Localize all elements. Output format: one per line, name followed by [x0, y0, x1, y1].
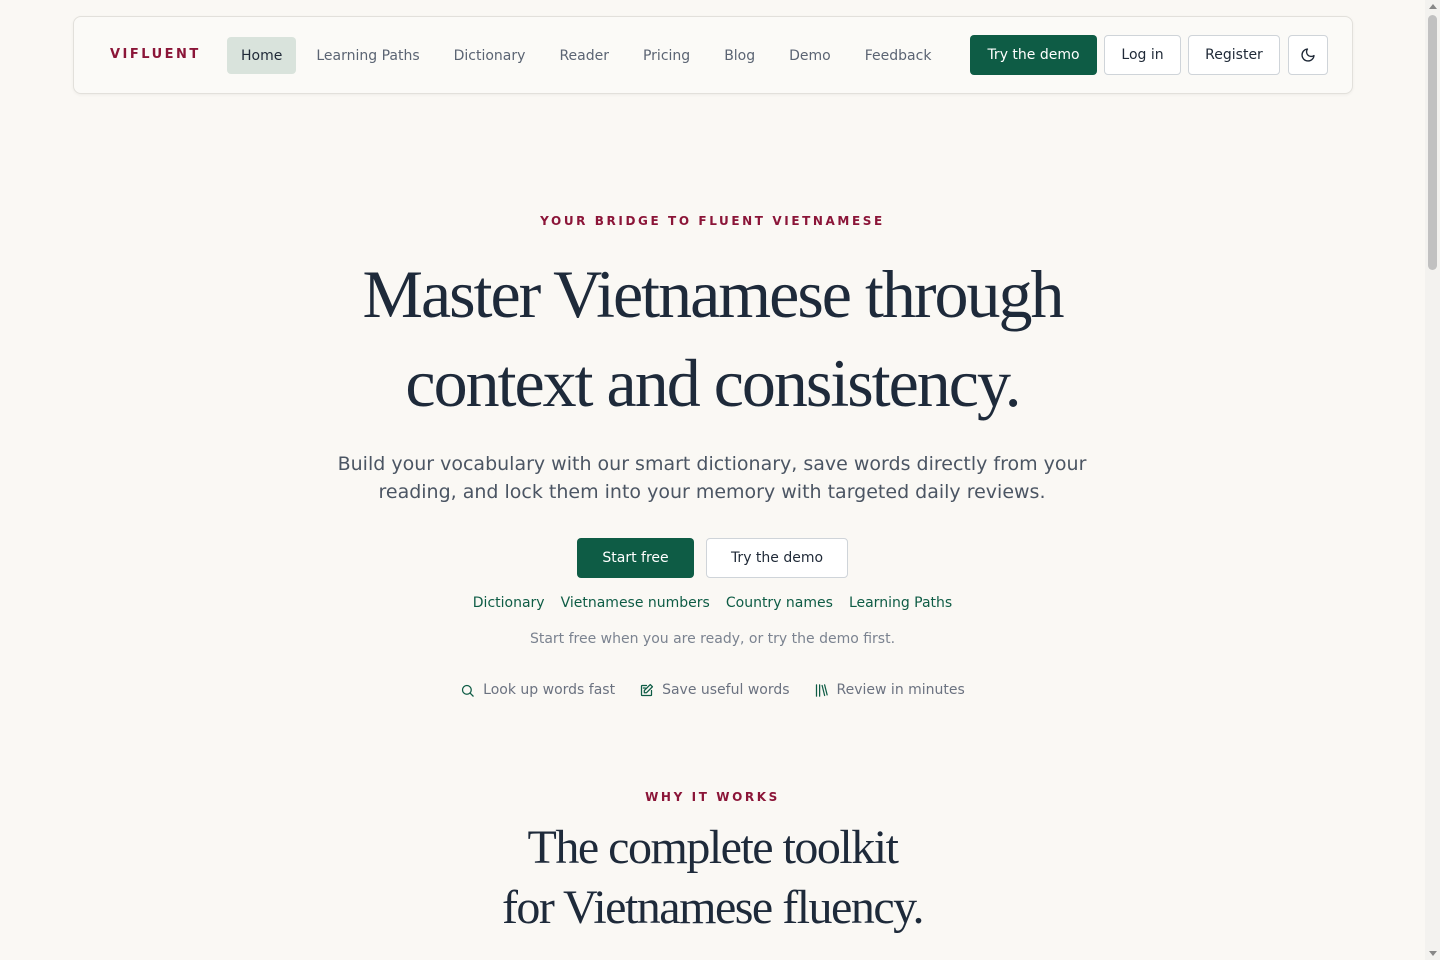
feature-label: Review in minutes [836, 682, 965, 698]
page-scrollbar[interactable] [1425, 0, 1440, 960]
nav-link-pricing[interactable]: Pricing [629, 37, 704, 74]
nav-link-home[interactable]: Home [227, 37, 297, 74]
nav-links: Home Learning Paths Dictionary Reader Pr… [227, 37, 951, 74]
quick-links: Dictionary Vietnamese numbers Country na… [0, 595, 1425, 611]
search-icon [462, 684, 474, 697]
feature-item: Review in minutes [814, 682, 965, 698]
library-icon [815, 683, 828, 697]
theme-toggle-button[interactable] [1288, 35, 1328, 75]
feature-item: Save useful words [639, 682, 790, 698]
hero-title: Master Vietnamese through context and co… [0, 250, 1425, 428]
hero-hint: Start free when you are ready, or try th… [529, 631, 896, 647]
try-demo-button[interactable]: Try the demo [970, 35, 1097, 75]
scroll-down-arrow[interactable] [1429, 951, 1437, 956]
feature-label: Save useful words [662, 682, 790, 698]
hero-subtitle: Build your vocabulary with our smart dic… [337, 453, 1087, 503]
hero-cta-row: Start free Try the demo [0, 538, 1425, 578]
hero-try-demo-button[interactable]: Try the demo [706, 538, 848, 578]
quick-link-learning-paths[interactable]: Learning Paths [849, 595, 952, 611]
nav-link-dictionary[interactable]: Dictionary [440, 37, 540, 74]
feature-label: Look up words fast [483, 682, 616, 698]
why-title: The complete toolkit for Vietnamese flue… [0, 818, 1425, 938]
why-title-line-2: for Vietnamese fluency. [501, 881, 925, 934]
start-free-button[interactable]: Start free [577, 538, 694, 578]
top-navbar: VIFLUENT Home Learning Paths Dictionary … [73, 16, 1353, 94]
quick-link-country-names[interactable]: Country names [726, 595, 833, 611]
nav-link-blog[interactable]: Blog [710, 37, 769, 74]
why-title-line-1: The complete toolkit [527, 821, 899, 874]
hero-title-line-1: Master Vietnamese through [362, 256, 1064, 332]
why-eyebrow: WHY IT WORKS [645, 790, 780, 804]
nav-link-demo[interactable]: Demo [775, 37, 845, 74]
hero-title-line-2: context and consistency. [405, 345, 1021, 421]
nav-link-feedback[interactable]: Feedback [851, 37, 946, 74]
brand-logo[interactable]: VIFLUENT [110, 47, 201, 62]
edit-note-icon [640, 683, 654, 696]
feature-item: Look up words fast [460, 682, 615, 698]
register-button[interactable]: Register [1188, 35, 1280, 75]
quick-link-vietnamese-numbers[interactable]: Vietnamese numbers [561, 595, 710, 611]
quick-link-dictionary[interactable]: Dictionary [473, 595, 545, 611]
scroll-up-arrow[interactable] [1429, 4, 1437, 9]
nav-link-learning-paths[interactable]: Learning Paths [302, 37, 433, 74]
scrollbar-thumb[interactable] [1428, 15, 1437, 270]
moon-icon [1301, 48, 1315, 62]
feature-list: Look up words fast Save useful words Rev… [0, 682, 1425, 698]
nav-link-reader[interactable]: Reader [545, 37, 623, 74]
hero-eyebrow: YOUR BRIDGE TO FLUENT VIETNAMESE [540, 214, 885, 228]
login-button[interactable]: Log in [1104, 35, 1181, 75]
